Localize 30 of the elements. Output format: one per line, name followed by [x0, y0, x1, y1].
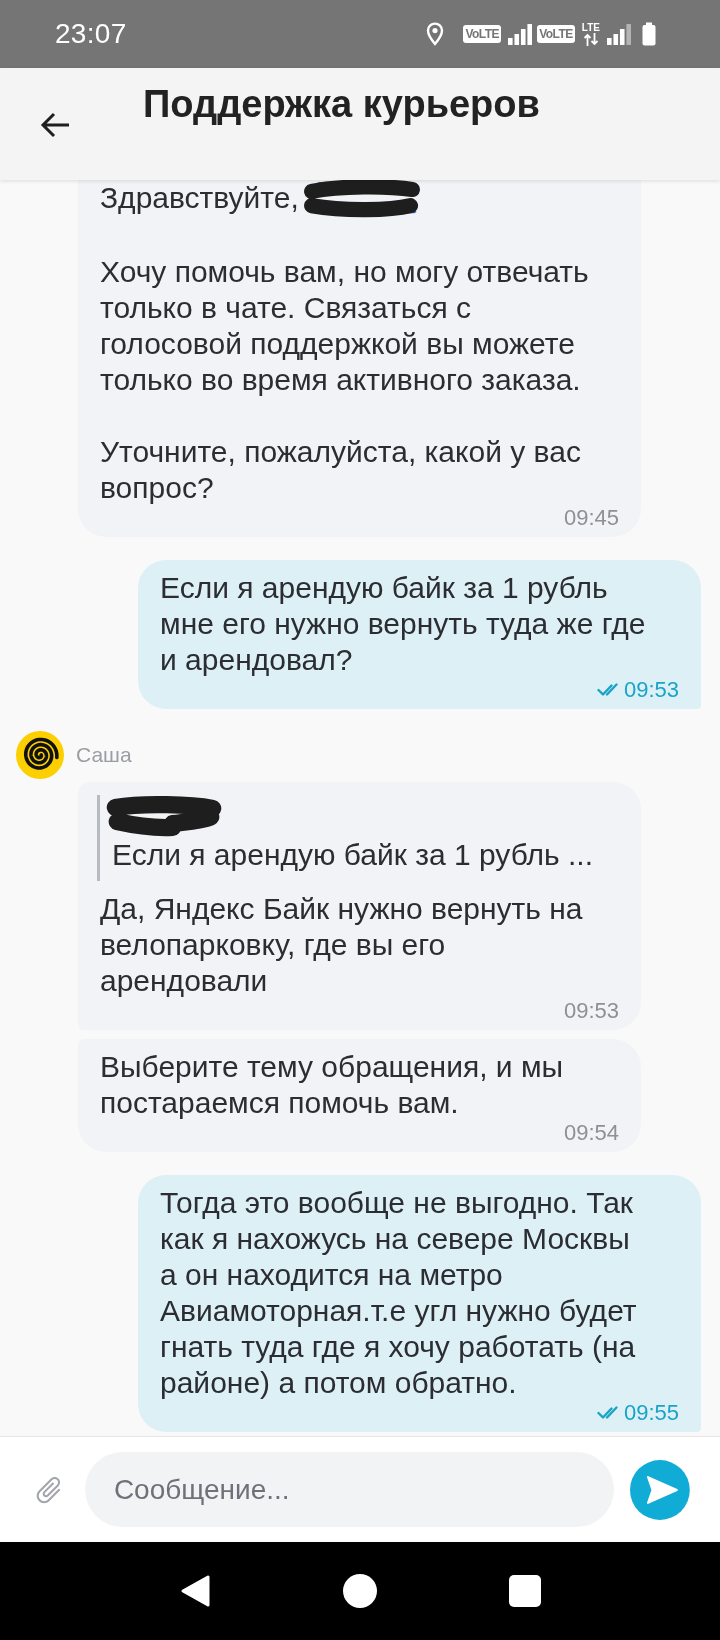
message-time: 09:53 [623, 678, 679, 702]
message-text: Выберите тему обращения, и мы постараемся помочь вам. [100, 1050, 564, 1119]
status-time: 23:07 [55, 18, 127, 50]
battery-icon [642, 22, 656, 46]
chat-title: Поддержка курьеров [143, 82, 540, 127]
message-time: 09:54 [563, 1121, 619, 1145]
message-text: Если я арендую байк за 1 рубль мне его нужно вернуть туда же где и арендовал? [160, 571, 646, 676]
signal-bars-icon [607, 23, 631, 45]
nav-back-icon[interactable] [179, 1574, 211, 1608]
nav-recents-icon[interactable] [509, 1575, 541, 1607]
volte-indicator: VoLTE [463, 25, 502, 43]
message-text: Да, Яндекс Байк нужно вернуть на велопарковку, где вы его арендовали [100, 892, 583, 997]
spiral-avatar-icon [16, 731, 64, 779]
nav-home-icon[interactable] [343, 1574, 377, 1608]
greeting-text: Здравствуйте, [100, 181, 299, 214]
message-time: 09:55 [623, 1401, 679, 1425]
send-icon[interactable] [630, 1459, 690, 1520]
message-text: Уточните, пожалуйста, какой у вас вопрос? [100, 435, 581, 504]
message-time: 09:53 [563, 999, 619, 1023]
sender-name: Саша [76, 743, 132, 767]
signal-bars-icon [508, 23, 533, 45]
message-time: 09:45 [563, 506, 619, 530]
message-text: Тогда это вообще не выгодно. Так как я нахожусь на севере Москвы а он находится на метро Авиамоторная.т.е угл нужно будет гнать туда где я хочу работать (на районе) а потом обратно. [160, 1186, 637, 1399]
volte-indicator: VoLTE [537, 25, 575, 43]
quoted-text: Если я арендую байк за 1 рубль ... [112, 837, 592, 873]
lte-indicator: LTE [581, 22, 600, 33]
message-text: Хочу помочь вам, но могу отвечать только в чате. Связаться с голосовой поддержкой вы можете только во время активного заказа. [100, 255, 589, 396]
message-input[interactable]: Сообщение... [84, 1452, 615, 1527]
data-arrows-icon [582, 32, 599, 46]
location-pin-icon [426, 22, 445, 46]
